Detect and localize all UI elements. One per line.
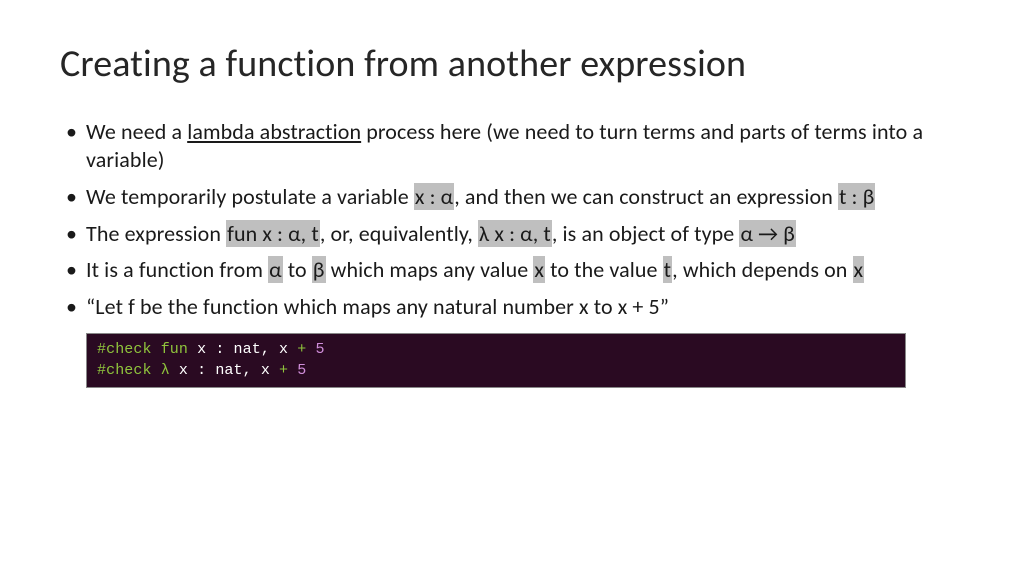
code-keyword: #check fun <box>97 341 197 358</box>
underlined-term: lambda abstraction <box>187 118 361 145</box>
highlighted-code: x <box>533 256 545 283</box>
text-fragment: to the value <box>545 256 663 283</box>
bullet-postulate-variable: We temporarily postulate a variable x : … <box>60 183 964 212</box>
code-number: 5 <box>315 341 324 358</box>
highlighted-code: t : β <box>838 183 875 210</box>
highlighted-code: β <box>312 256 326 283</box>
text-fragment: which maps any value <box>326 256 534 283</box>
text-fragment: , and then we can construct an expressio… <box>454 183 838 210</box>
text-fragment: , is an object of type <box>552 220 740 247</box>
text-fragment: We need a <box>86 118 187 145</box>
highlighted-code: x : α <box>414 183 454 210</box>
page-title: Creating a function from another express… <box>60 44 964 86</box>
code-number: 5 <box>297 362 306 379</box>
highlighted-code: fun x : α, t <box>226 220 320 247</box>
bullet-list: We need a lambda abstraction process her… <box>60 118 964 322</box>
code-variable: x : nat, x <box>197 341 297 358</box>
text-fragment: , or, equivalently, <box>320 220 478 247</box>
text-fragment: to <box>283 256 312 283</box>
code-block: #check fun x : nat, x + 5 #check λ x : n… <box>86 333 906 388</box>
bullet-lambda-abstraction: We need a lambda abstraction process her… <box>60 118 964 175</box>
text-fragment: , which depends on <box>672 256 852 283</box>
code-line: #check λ x : nat, x + 5 <box>97 361 895 381</box>
code-operator: + <box>297 341 315 358</box>
highlighted-code: x <box>853 256 865 283</box>
text-fragment: The expression <box>86 220 226 247</box>
code-operator: + <box>279 362 297 379</box>
code-keyword: #check λ <box>97 362 179 379</box>
bullet-function-mapping: It is a function from α to β which maps … <box>60 256 964 285</box>
highlighted-code: λ x : α, t <box>478 220 552 247</box>
code-line: #check fun x : nat, x + 5 <box>97 340 895 360</box>
highlighted-code: α → β <box>739 220 796 247</box>
bullet-fun-expression: The expression fun x : α, t, or, equival… <box>60 220 964 249</box>
bullet-let-f-example: “Let f be the function which maps any na… <box>60 293 964 322</box>
code-variable: x : nat, x <box>179 362 279 379</box>
highlighted-code: t <box>663 256 672 283</box>
text-fragment: It is a function from <box>86 256 268 283</box>
highlighted-code: α <box>268 256 283 283</box>
text-fragment: We temporarily postulate a variable <box>86 183 414 210</box>
